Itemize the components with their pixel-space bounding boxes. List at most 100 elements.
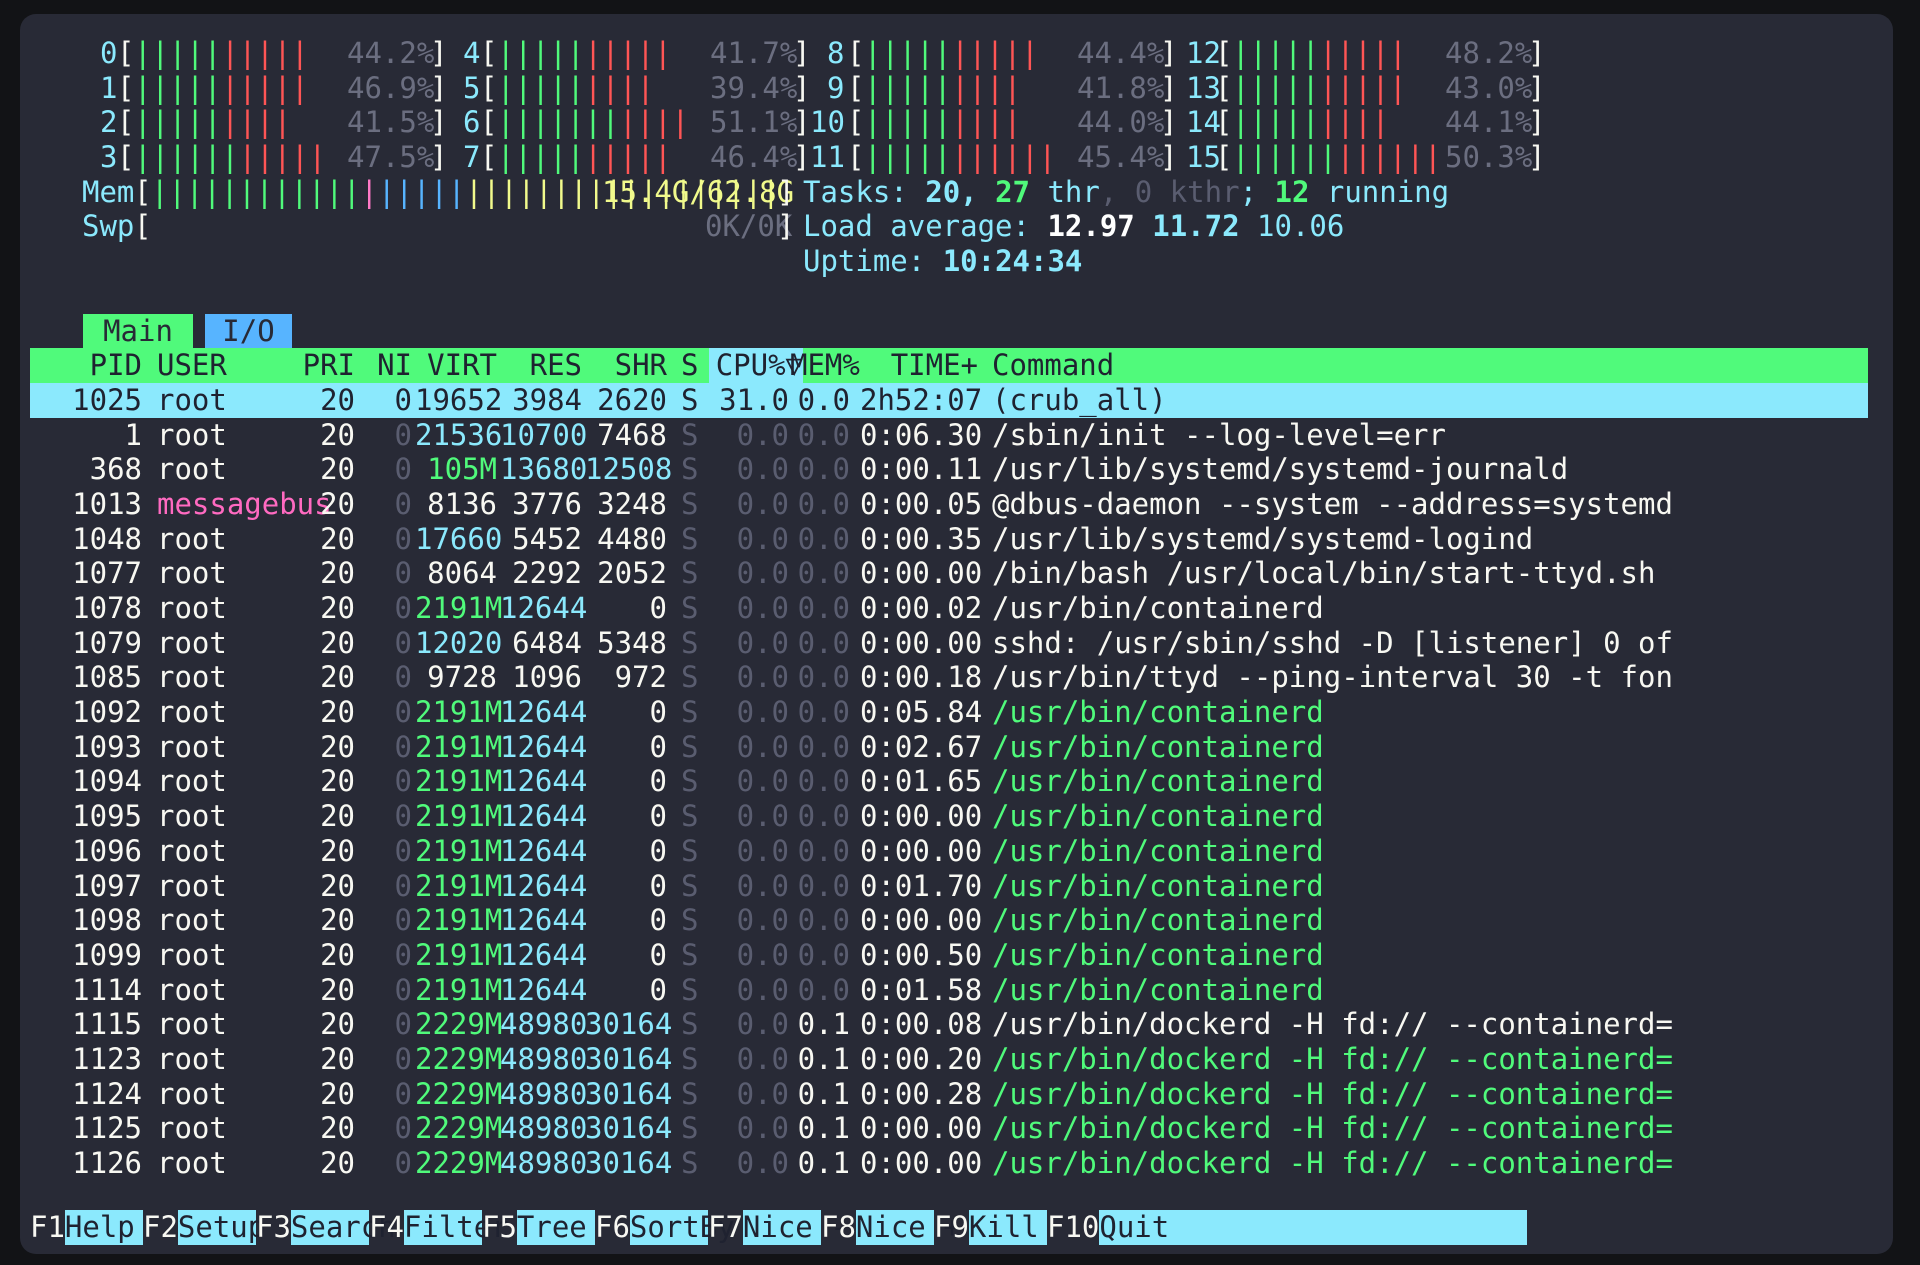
cpu-4-percent: 41.7%: [710, 36, 798, 70]
process-row[interactable]: 1092 root 20 0 2191M 12644 0 S 0.0 0.0 0:05.84/usr…: [30, 695, 1868, 730]
process-cmd: @dbus-daemon --system --address=systemd: [992, 486, 1673, 521]
cpu-9-label: 9: [827, 70, 845, 105]
load-average: Load average: 12.97 11.72 10.06: [803, 209, 1344, 244]
process-user: root: [157, 382, 227, 417]
process-pri: 20: [320, 382, 355, 417]
cpu-8-bar: ||||||||||: [864, 36, 1039, 70]
process-mem: 0.1: [797, 1041, 850, 1076]
process-time: 0:00.35: [860, 521, 983, 556]
process-row[interactable]: 1078 root 20 0 2191M 12644 0 S 0.0 0.0 0:00.02/usr…: [30, 591, 1868, 626]
process-row[interactable]: 1094 root 20 0 2191M 12644 0 S 0.0 0.0 0:01.65/usr…: [30, 764, 1868, 799]
fkey-tree-button[interactable]: F5Tree: [482, 1210, 595, 1245]
process-row[interactable]: 1096 root 20 0 2191M 12644 0 S 0.0 0.0 0:00.00/usr…: [30, 834, 1868, 869]
fkey-kill-button[interactable]: F9Kill: [934, 1210, 1047, 1245]
col-virt-header[interactable]: VIRT: [415, 348, 497, 383]
fkey-key: F2: [143, 1210, 178, 1244]
process-time: 0:01.65: [860, 764, 983, 799]
col-user-header[interactable]: USER: [157, 348, 227, 383]
process-res: 12644: [500, 764, 588, 799]
process-mem: 0.0: [797, 868, 850, 903]
process-pri: 20: [320, 452, 355, 487]
process-user: root: [157, 1111, 227, 1146]
process-virt: 2191M: [415, 764, 503, 799]
process-virt: 2191M: [415, 799, 503, 834]
col-pid-header[interactable]: PID: [30, 348, 142, 383]
process-row[interactable]: 1048 root 20 0 17660 5452 4480 S 0.0 0.0 0:00.35/u…: [30, 522, 1868, 557]
process-res: 6484: [512, 625, 582, 660]
col-ni-header[interactable]: NI: [360, 348, 412, 383]
cpu-14-bar: |||||||||: [1232, 105, 1390, 140]
process-ni: 0: [394, 903, 412, 938]
process-row[interactable]: 1124 root 20 0 2229M 48980 30164 S 0.0 0.1 0:00.28…: [30, 1077, 1868, 1112]
process-user: root: [157, 591, 227, 625]
process-virt: 17660: [415, 521, 503, 556]
process-virt: 2191M: [415, 903, 503, 938]
col-cpu-header[interactable]: CPU%▽: [709, 348, 803, 383]
cpu-13-bar: ||||||||||: [1232, 70, 1407, 105]
fkey-sortby-button[interactable]: F6SortBy: [595, 1210, 735, 1245]
process-cmd: /usr/bin/dockerd -H fd:// --containerd=: [992, 1146, 1673, 1180]
process-res: 13680: [500, 452, 588, 487]
process-row[interactable]: 1 root 20 0 21536 10700 7468 S 0.0 0.0 0:06.30/sbi…: [30, 418, 1868, 453]
process-row[interactable]: 1025 root 20 0 19652 3984 2620 S 31.0 0.0 2h52:07 (…: [30, 382, 1868, 418]
process-row[interactable]: 1079 root 20 0 12020 6484 5348 S 0.0 0.0 0:00.00 ss…: [30, 626, 1868, 661]
process-user: root: [157, 799, 227, 834]
load-label: Load average:: [803, 209, 1030, 244]
process-pri: 20: [320, 486, 355, 521]
process-time: 0:00.18: [860, 660, 983, 695]
mem-label: Mem: [82, 174, 135, 209]
fkey-label: Kill: [968, 1210, 1047, 1245]
process-res: 48980: [500, 1007, 588, 1042]
process-row[interactable]: 1097 root 20 0 2191M 12644 0 S 0.0 0.0 0:01.70/usr…: [30, 869, 1868, 904]
process-row[interactable]: 1123 root 20 0 2229M 48980 30164 S 0.0 0.1 0:00.20…: [30, 1042, 1868, 1077]
fkey-help-button[interactable]: F1Help: [30, 1210, 143, 1245]
cpu-7-bar: ||||||||||: [497, 140, 672, 175]
process-row[interactable]: 368 root 20 0 105M 13680 12508 S 0.0 0.0 0:00.11/u…: [30, 452, 1868, 487]
process-time: 0:00.28: [860, 1076, 983, 1111]
process-virt: 2191M: [415, 591, 503, 625]
process-pid: 1095: [72, 799, 142, 834]
process-row[interactable]: 1126 root 20 0 2229M 48980 30164 S 0.0 0.1 0:00.00…: [30, 1146, 1868, 1181]
col-mem-header[interactable]: MEM%: [790, 348, 860, 383]
fkey-filter-button[interactable]: F4Filter: [369, 1210, 509, 1245]
process-mem: 0.0: [797, 833, 850, 868]
process-row[interactable]: 1077 root 20 0 8064 2292 2052 S 0.0 0.0 0:00.00/bi…: [30, 556, 1868, 591]
col-time-header[interactable]: TIME+: [860, 348, 978, 383]
col-s-header[interactable]: S: [681, 348, 698, 383]
process-row[interactable]: 1115 root 20 0 2229M 48980 30164 S 0.0 0.1 0:00.08…: [30, 1007, 1868, 1042]
process-cmd: /usr/bin/dockerd -H fd:// --containerd=: [992, 1111, 1673, 1146]
cpu-12-bar: ||||||||||: [1232, 36, 1407, 70]
process-row[interactable]: 1093 root 20 0 2191M 12644 0 S 0.0 0.0 0:02.67/usr…: [30, 730, 1868, 765]
tab-io[interactable]: I/O: [205, 313, 292, 349]
col-pri-header[interactable]: PRI: [290, 348, 355, 383]
process-cpu: 0.0: [736, 452, 789, 487]
fkey-nice-button[interactable]: F7Nice -: [708, 1210, 848, 1245]
process-cmd: /usr/bin/containerd: [992, 799, 1324, 834]
fkey-search-button[interactable]: F3Search: [256, 1210, 396, 1245]
fkey-label: Nice +: [855, 1210, 961, 1245]
process-row[interactable]: 1013 messagebus 20 0 8136 3776 3248 S 0.0 0.0 0:00…: [30, 487, 1868, 522]
col-command-header[interactable]: Command: [992, 348, 1114, 383]
process-s: S: [681, 660, 699, 695]
process-row[interactable]: 1095 root 20 0 2191M 12644 0 S 0.0 0.0 0:00.00/usr…: [30, 799, 1868, 834]
process-row[interactable]: 1114 root 20 0 2191M 12644 0 S 0.0 0.0 0:01.58/usr…: [30, 973, 1868, 1008]
process-virt: 2191M: [415, 972, 503, 1007]
process-res: 12644: [500, 799, 588, 834]
col-res-header[interactable]: RES: [500, 348, 582, 383]
process-pid: 1092: [72, 695, 142, 730]
process-row[interactable]: 1085 root 20 0 9728 1096 972 S 0.0 0.0 0:00.18/usr…: [30, 660, 1868, 695]
process-s: S: [681, 486, 699, 521]
threads-count: 27: [995, 174, 1030, 209]
fkey-nice-button[interactable]: F8Nice +: [821, 1210, 961, 1245]
process-shr: 0: [649, 868, 667, 903]
fkey-setup-button[interactable]: F2Setup: [143, 1210, 265, 1245]
process-s: S: [681, 833, 699, 868]
process-virt: 2229M: [415, 1076, 503, 1111]
fkey-quit-button[interactable]: F10Quit: [1047, 1210, 1528, 1245]
col-shr-header[interactable]: SHR: [585, 348, 667, 383]
process-row[interactable]: 1098 root 20 0 2191M 12644 0 S 0.0 0.0 0:00.00/usr…: [30, 903, 1868, 938]
tab-main[interactable]: Main: [83, 313, 193, 349]
process-row[interactable]: 1099 root 20 0 2191M 12644 0 S 0.0 0.0 0:00.50/usr…: [30, 938, 1868, 973]
process-row[interactable]: 1125 root 20 0 2229M 48980 30164 S 0.0 0.1 0:00.00…: [30, 1111, 1868, 1146]
process-s: S: [681, 903, 699, 938]
